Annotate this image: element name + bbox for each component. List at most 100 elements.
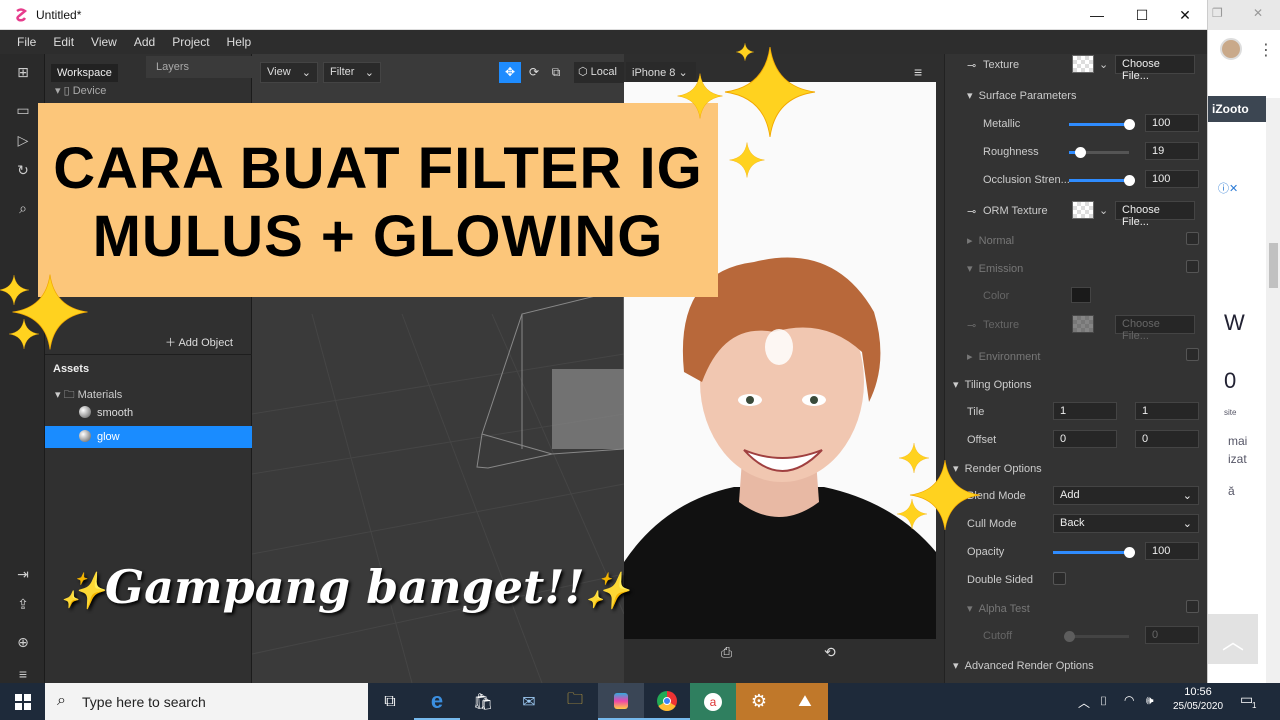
emission-color-swatch[interactable] [1071,287,1091,303]
cutoff-slider[interactable] [1064,631,1129,642]
tile-y-input[interactable]: 1 [1135,402,1199,420]
alpha-test-checkbox[interactable] [1186,600,1199,613]
refresh-icon[interactable]: ↻ [13,162,33,182]
opacity-input[interactable]: 100 [1145,542,1199,560]
metallic-slider[interactable] [1069,119,1135,130]
offset-x-input[interactable]: 0 [1053,430,1117,448]
scale-tool-icon[interactable]: ⧉ [545,62,567,83]
windows-logo-icon [15,693,31,710]
app-icon[interactable]: a [690,683,736,720]
volume-icon[interactable]: 🕪 [1146,693,1154,708]
cull-mode-select[interactable]: Back ⌄ [1053,514,1199,533]
opacity-slider[interactable] [1053,547,1135,558]
tiling-options-header[interactable]: ▾ Tiling Options [953,378,1031,391]
battery-icon[interactable]: ⌷ [1100,694,1107,709]
add-object-button[interactable]: ＋ Add Object [165,334,233,350]
texture-thumbnail[interactable] [1072,315,1094,333]
menu-edit[interactable]: Edit [53,35,74,49]
ad-close-icon[interactable]: ⓘ✕ [1218,180,1238,196]
tray-chevron-icon[interactable]: ︿ [1078,694,1090,711]
occlusion-slider[interactable] [1069,175,1135,186]
roughness-label: Roughness [983,146,1039,158]
menu-file[interactable]: File [17,35,36,49]
rotate-tool-icon[interactable]: ⟳ [523,62,545,83]
move-tool-icon[interactable]: ✥ [499,62,521,83]
render-options-header[interactable]: ▾ Render Options [953,462,1042,475]
menu-view[interactable]: View [91,35,117,49]
browser-menu-icon[interactable]: ⋮ [1258,40,1274,60]
device-tree-item[interactable]: ▾ ▯ Device [55,84,106,97]
environment-checkbox[interactable] [1186,348,1199,361]
chevron-down-icon[interactable]: ⌄ [1099,204,1108,217]
task-view-icon[interactable]: ⧉ [367,683,413,720]
emission-header[interactable]: ▾ Emission [967,262,1023,275]
texture-thumbnail[interactable] [1072,55,1094,73]
rotate-device-icon[interactable]: ⟲ [824,644,836,661]
blend-mode-select[interactable]: Add ⌄ [1053,486,1199,505]
browser-scrollbar[interactable] [1266,98,1280,683]
sparkle-icon: ✨ [584,570,630,612]
cutoff-input[interactable]: 0 [1145,626,1199,644]
minimize-button[interactable]: — [1075,0,1119,30]
metallic-input[interactable]: 100 [1145,114,1199,132]
capture-icon[interactable]: ⎙ [721,644,732,661]
spark-ar-taskbar-icon[interactable] [598,683,644,720]
environment-header[interactable]: ▸ Environment [967,350,1040,363]
settings-icon[interactable]: ⚙ [736,683,782,720]
choose-file-button[interactable]: Choose File... [1115,55,1195,82]
video-icon[interactable]: ▭ [13,102,33,122]
list-item[interactable]: smooth [45,402,252,424]
workspace-icon[interactable]: ⊞ [13,64,33,84]
alpha-test-header[interactable]: ▾ Alpha Test [967,602,1030,615]
maximize-button[interactable]: ☐ [1120,0,1164,30]
play-icon[interactable]: ▷ [13,132,33,152]
choose-file-button[interactable]: Choose File... [1115,201,1195,228]
menu-project[interactable]: Project [172,35,209,49]
normal-header[interactable]: ▸ Normal [967,234,1014,247]
filter-dropdown[interactable]: Filter ⌄ [323,62,381,83]
page-text-fragment: mai [1228,434,1248,448]
wifi-icon[interactable]: ◠ [1124,693,1134,707]
close-button[interactable]: ✕ [1163,0,1207,30]
menu-add[interactable]: Add [134,35,155,49]
upload-icon[interactable]: ⇪ [13,596,33,616]
photos-icon[interactable]: ⛰ [782,683,828,720]
background-browser-window: ❐ ✕ ⋮ iZooto ⓘ✕ W 0 site mai izat ă ︿ [1207,0,1280,683]
advanced-render-header[interactable]: ▾ Advanced Render Options [953,659,1094,672]
emission-checkbox[interactable] [1186,260,1199,273]
menu-help[interactable]: Help [227,35,252,49]
title-bar: Untitled* — ☐ ✕ [0,0,1207,30]
chevron-down-icon[interactable]: ⌄ [1099,58,1108,71]
avatar[interactable] [1220,38,1242,60]
taskbar-search-box[interactable]: ⌕ Type here to search [45,683,368,720]
mail-icon[interactable]: ✉ [506,683,552,720]
clock[interactable]: 10:56 25/05/2020 [1170,686,1226,712]
offset-y-input[interactable]: 0 [1135,430,1199,448]
texture-thumbnail[interactable] [1072,201,1094,219]
banner-title-line2: MULUS + GLOWING [92,204,664,269]
double-sided-checkbox[interactable] [1053,572,1066,585]
chrome-icon[interactable] [644,683,690,720]
store-icon[interactable]: 🛍 [460,683,506,720]
edge-icon[interactable]: e [414,683,460,720]
notification-icon[interactable]: ▭ 1 [1240,691,1262,711]
roughness-slider[interactable] [1069,147,1129,158]
send-to-device-icon[interactable]: ⇥ [13,566,33,586]
simulator-menu-icon[interactable]: ≡ [914,64,922,80]
occlusion-input[interactable]: 100 [1145,170,1199,188]
tab-layers[interactable]: Layers [146,56,252,78]
surface-params-header[interactable]: ▾ Surface Parameters [967,89,1076,102]
view-dropdown[interactable]: View ⌄ [260,62,318,83]
choose-file-button[interactable]: Choose File... [1115,315,1195,342]
add-folder-icon[interactable]: ⊕ [13,634,33,654]
roughness-input[interactable]: 19 [1145,142,1199,160]
device-dropdown[interactable]: iPhone 8 ⌄ [626,62,696,83]
search-icon[interactable]: ⌕ [13,200,33,220]
start-button[interactable] [0,683,46,720]
scroll-to-top-button[interactable]: ︿ [1208,614,1258,664]
local-toggle[interactable]: ⬡ Local [574,62,624,83]
file-explorer-icon[interactable]: 🗀 [552,683,598,720]
list-item-selected[interactable]: glow [45,426,252,448]
normal-checkbox[interactable] [1186,232,1199,245]
tile-x-input[interactable]: 1 [1053,402,1117,420]
